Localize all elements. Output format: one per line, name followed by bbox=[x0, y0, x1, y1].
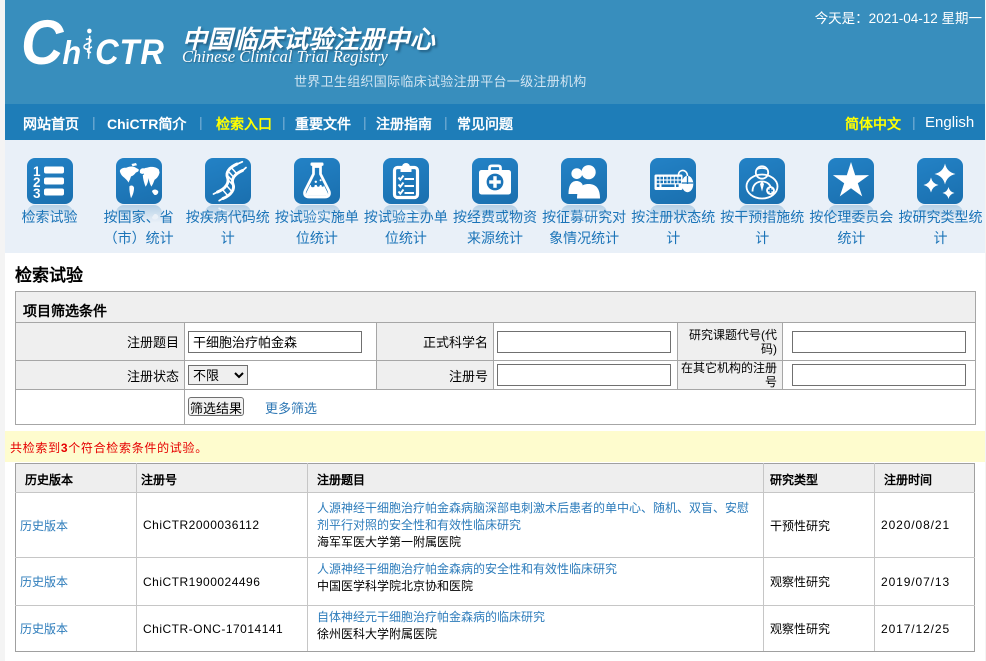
svg-text:3: 3 bbox=[33, 186, 41, 201]
